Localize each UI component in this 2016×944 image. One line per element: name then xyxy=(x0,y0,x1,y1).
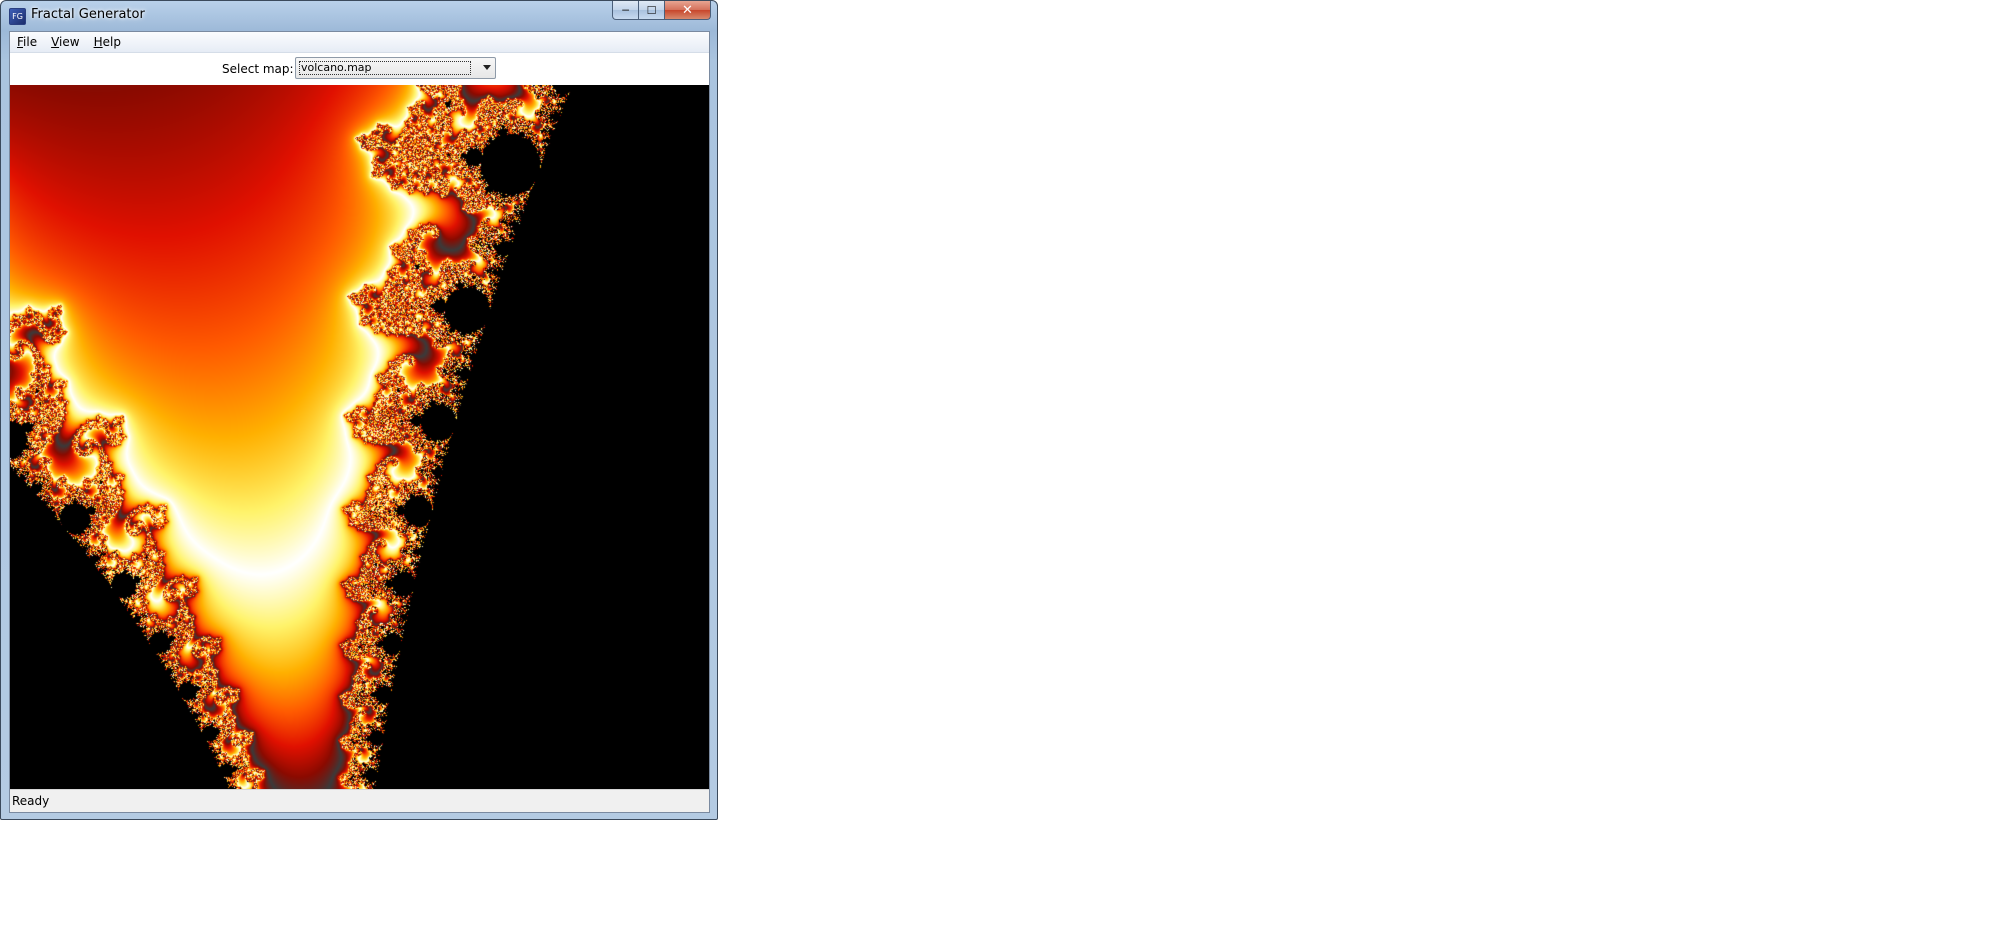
maximize-button[interactable]: ☐ xyxy=(639,1,665,20)
close-button[interactable]: ✕ xyxy=(665,1,711,20)
status-bar: Ready xyxy=(10,789,709,812)
window-controls: ─ ☐ ✕ xyxy=(612,1,711,21)
menu-view[interactable]: View xyxy=(44,32,86,52)
client-area: File View Help Select map: volcano.map R… xyxy=(9,31,710,813)
menu-help-mnemonic: H xyxy=(93,35,103,49)
map-dropdown[interactable]: volcano.map xyxy=(295,57,496,79)
title-bar[interactable]: FG Fractal Generator ─ ☐ ✕ xyxy=(1,1,717,29)
status-text: Ready xyxy=(12,794,50,808)
select-map-label: Select map: xyxy=(222,62,294,76)
map-toolbar: Select map: volcano.map xyxy=(10,53,709,85)
menu-view-rest: iew xyxy=(59,35,80,49)
menu-bar: File View Help xyxy=(10,32,709,53)
chevron-down-icon[interactable] xyxy=(483,65,491,70)
app-window: FG Fractal Generator ─ ☐ ✕ File View Hel… xyxy=(0,0,718,820)
minimize-button[interactable]: ─ xyxy=(612,1,639,20)
window-title: Fractal Generator xyxy=(31,7,145,22)
menu-file-rest: ile xyxy=(23,35,38,49)
fractal-canvas[interactable] xyxy=(10,85,709,789)
app-icon[interactable]: FG xyxy=(9,8,26,25)
menu-view-mnemonic: V xyxy=(51,35,60,49)
menu-file[interactable]: File xyxy=(10,32,44,52)
map-dropdown-value: volcano.map xyxy=(299,61,471,75)
menu-help[interactable]: Help xyxy=(87,32,128,52)
menu-help-rest: elp xyxy=(102,35,121,49)
